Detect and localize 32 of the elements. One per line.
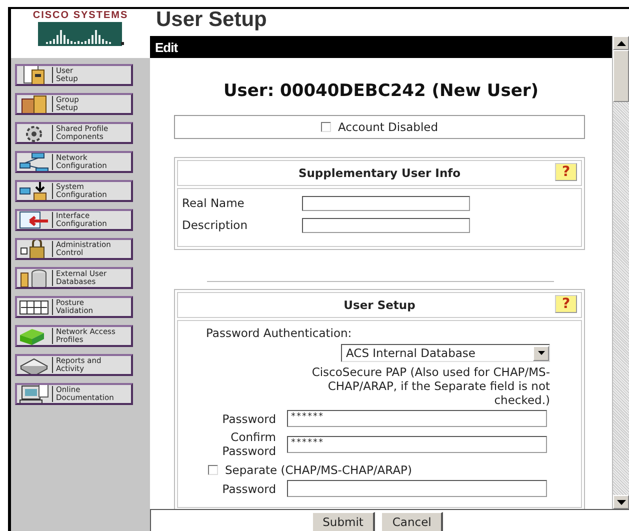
scroll-thumb[interactable] [613,50,629,102]
field-label: Password Authentication: [205,325,353,340]
input-field[interactable] [287,480,547,497]
help-button[interactable]: ? [555,295,577,313]
field-label: Description [182,218,248,232]
logo-text: CISCO SYSTEMS [32,10,128,21]
input-field[interactable]: ****** [287,436,547,452]
field-label: Confirm Password [221,430,276,458]
section-title: User Setup [344,298,416,312]
section-title: Supplementary User Info [298,166,461,180]
input-field[interactable] [302,196,470,210]
field-label: Real Name [182,196,246,210]
scroll-up-icon[interactable] [613,36,629,50]
dropdown[interactable]: ACS Internal Database [341,344,550,362]
form-button[interactable]: Submit [312,512,376,531]
edit-label: Edit [155,40,178,54]
scrollbar[interactable] [612,36,629,509]
form-button[interactable]: Cancel [381,512,444,531]
checkbox[interactable] [320,122,331,132]
input-field[interactable]: ****** [287,410,547,427]
field-label: Password [221,412,276,426]
checkbox[interactable] [208,465,218,475]
logo-bars-icon [38,22,124,48]
page-title: User Setup [155,9,268,33]
scroll-down-icon[interactable] [613,495,629,509]
note-text: CiscoSecure PAP (Also used for CHAP/MS-CHAP/ARAP, if the Separate field is not checked.) [310,364,551,407]
checkbox-label: Separate (CHAP/MS-CHAP/ARAP) [225,463,412,477]
help-button[interactable]: ? [555,163,577,181]
checkbox-label: Account Disabled [338,120,438,134]
field-label: Password [221,482,276,496]
user-heading: User: 00040DEBC242 (New User) [222,81,540,101]
input-field[interactable] [302,218,470,232]
